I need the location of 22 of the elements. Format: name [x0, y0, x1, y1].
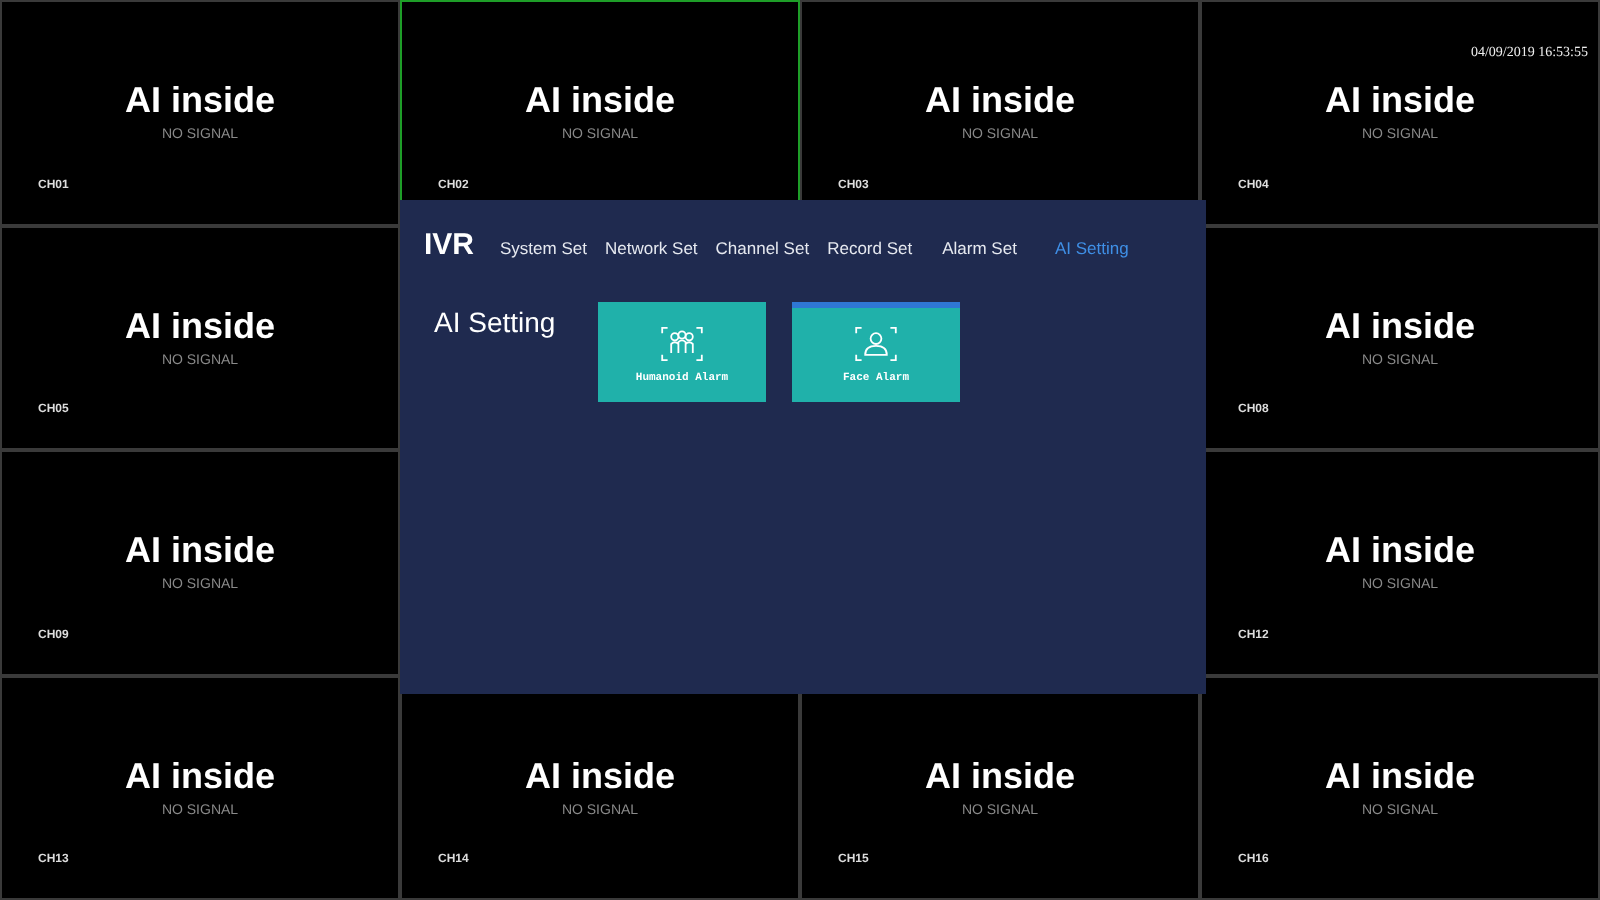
menu-tab[interactable]: System Set: [500, 238, 587, 258]
tile-title: AI inside: [124, 528, 275, 572]
tile-title: AI inside: [524, 78, 675, 122]
menu-tab[interactable]: Alarm Set: [942, 238, 1017, 258]
tile-title: AI inside: [1324, 78, 1475, 122]
menu-tab[interactable]: Network Set: [604, 238, 698, 258]
brand-title: IVR: [424, 228, 475, 262]
tile-title: AI inside: [1324, 528, 1475, 572]
menu-tab[interactable]: Record Set: [827, 238, 913, 258]
section-title: AI Setting: [434, 306, 558, 342]
tile-title: AI inside: [124, 78, 275, 122]
menu-tab[interactable]: AI Setting: [1054, 238, 1129, 258]
tile-title: AI inside: [1324, 753, 1475, 797]
tile-title: AI inside: [524, 753, 675, 797]
tile-title: AI inside: [924, 753, 1075, 797]
tile-title: AI inside: [924, 78, 1075, 122]
tile-title: AI inside: [124, 753, 275, 797]
tile-title: AI inside: [1324, 303, 1475, 347]
menu-tab[interactable]: Channel Set: [715, 238, 810, 258]
person-icon: [854, 326, 898, 362]
tile-title: AI inside: [124, 303, 275, 347]
people-icon: [660, 326, 704, 362]
